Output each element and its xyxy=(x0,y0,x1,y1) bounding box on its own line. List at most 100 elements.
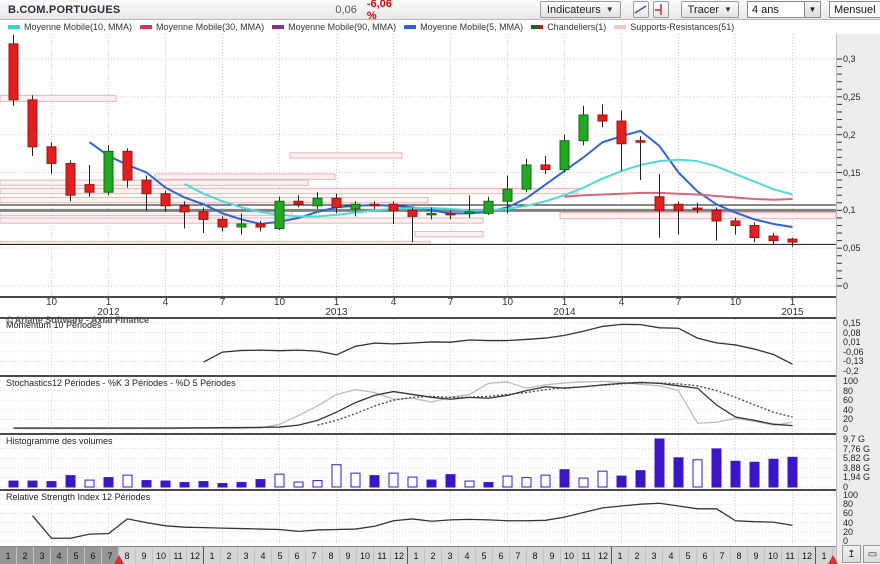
timeline-month-cell[interactable]: 11 xyxy=(578,547,595,564)
timeline-month-cell[interactable]: 1 xyxy=(408,547,425,564)
timeline-month-cell[interactable]: 9 xyxy=(544,547,561,564)
x-axis-label: 7 xyxy=(203,298,243,308)
timeline-month-cell[interactable]: 9 xyxy=(136,547,153,564)
timeline-month-cell[interactable]: 11 xyxy=(782,547,799,564)
y-axis-label: 7,76 G xyxy=(843,444,870,454)
timeline-month-cell[interactable]: 6 xyxy=(697,547,714,564)
timeline-collapse-button[interactable]: ▭ xyxy=(863,545,880,563)
timeline-month-cell[interactable]: 7 xyxy=(714,547,731,564)
legend-swatch xyxy=(404,25,416,29)
timeline-month-cell[interactable]: 8 xyxy=(323,547,340,564)
panel-title-stochastics: Stochastics12 Périodes - %K 3 Périodes -… xyxy=(6,378,236,388)
timeline-expand-button[interactable]: ↥ xyxy=(842,545,861,563)
legend-swatch xyxy=(8,25,20,29)
panel-separator xyxy=(0,433,836,435)
timeline-month-cell[interactable]: 9 xyxy=(340,547,357,564)
line-chart-mode-button[interactable] xyxy=(633,1,649,18)
timeline-month-cell[interactable]: 12 xyxy=(187,547,204,564)
y-axis-label: 0,05 xyxy=(843,243,861,253)
timeline-month-cell[interactable]: 3 xyxy=(238,547,255,564)
legend-label: Moyenne Mobile(5, MMA) xyxy=(420,22,523,32)
timeline-month-cell[interactable]: 5 xyxy=(680,547,697,564)
timeline-month-cell[interactable]: 7 xyxy=(306,547,323,564)
legend-item-4[interactable]: Chandeliers(1) xyxy=(531,22,606,32)
timeline-month-cell[interactable]: 10 xyxy=(561,547,578,564)
timeline-month-cell[interactable]: 8 xyxy=(527,547,544,564)
timeline-month-cell[interactable]: 1 xyxy=(612,547,629,564)
timeline-month-cell[interactable]: 5 xyxy=(476,547,493,564)
timeline-month-cell[interactable]: 10 xyxy=(153,547,170,564)
panel-title-volume: Histogramme des volumes xyxy=(6,436,113,446)
volume-panel[interactable]: Histogramme des volumes xyxy=(0,435,836,489)
period-select[interactable]: Mensuel ▼ xyxy=(829,1,880,18)
timeline-month-cell[interactable]: 6 xyxy=(85,547,102,564)
x-axis-line xyxy=(0,296,836,298)
last-price: 0,06 xyxy=(335,4,356,16)
legend-item-5[interactable]: Supports-Resistances(51) xyxy=(614,22,734,32)
legend-swatch xyxy=(140,25,152,29)
timeline-month-cell[interactable]: 8 xyxy=(731,547,748,564)
timeline-month-cell[interactable]: 3 xyxy=(442,547,459,564)
legend-item-1[interactable]: Moyenne Mobile(30, MMA) xyxy=(140,22,264,32)
timeline-month-cell[interactable]: 5 xyxy=(272,547,289,564)
timeline-month-cell[interactable]: 4 xyxy=(255,547,272,564)
timeline-month-cell[interactable]: 9 xyxy=(748,547,765,564)
candlestick-mode-button[interactable] xyxy=(653,1,669,18)
legend-item-2[interactable]: Moyenne Mobile(90, MMA) xyxy=(272,22,396,32)
volume-canvas[interactable] xyxy=(0,435,836,489)
price-change: -6,06 % xyxy=(367,0,392,22)
legend-label: Supports-Resistances(51) xyxy=(630,22,734,32)
timeline-month-cell[interactable]: 10 xyxy=(765,547,782,564)
timeline-month-cell[interactable]: 5 xyxy=(68,547,85,564)
stochastics-panel[interactable]: Stochastics12 Périodes - %K 3 Périodes -… xyxy=(0,377,836,433)
y-axis-label: 3,88 G xyxy=(843,463,870,473)
y-axis-label: 5,82 G xyxy=(843,453,870,463)
momentum-canvas[interactable] xyxy=(0,319,836,375)
legend-item-3[interactable]: Moyenne Mobile(5, MMA) xyxy=(404,22,523,32)
chevron-down-icon: ▼ xyxy=(606,5,614,14)
x-axis-label: 10 xyxy=(32,298,72,308)
timeline-month-cell[interactable]: 11 xyxy=(170,547,187,564)
x-axis-label: 12013 xyxy=(317,298,357,318)
main-chart-panel[interactable]: © Ariane Software - Axial Finance xyxy=(0,34,836,296)
x-axis-label: 12014 xyxy=(545,298,585,318)
tracer-button[interactable]: Tracer ▼ xyxy=(681,1,739,18)
y-axis-label: -0,13 xyxy=(843,356,864,366)
panel-separator xyxy=(0,375,836,377)
period-select-value: Mensuel xyxy=(830,4,880,16)
timeline-month-cell[interactable]: 4 xyxy=(51,547,68,564)
indicators-button[interactable]: Indicateurs ▼ xyxy=(540,1,621,18)
timeline-scrollbar[interactable]: 1234567891011121234567891011121234567891… xyxy=(0,546,836,564)
timeline-month-cell[interactable]: 1 xyxy=(204,547,221,564)
range-select[interactable]: 4 ans ▼ xyxy=(747,1,821,18)
timeline-month-cell[interactable]: 2 xyxy=(17,547,34,564)
y-axis-label: 9,7 G xyxy=(843,434,865,444)
timeline-month-cell[interactable]: 4 xyxy=(663,547,680,564)
rsi-panel[interactable]: Relative Strength Index 12 Périodes xyxy=(0,491,836,545)
chevron-down-icon[interactable]: ▼ xyxy=(804,2,820,17)
legend-item-0[interactable]: Moyenne Mobile(10, MMA) xyxy=(8,22,132,32)
timeline-month-cell[interactable]: 3 xyxy=(34,547,51,564)
timeline-month-cell[interactable]: 12 xyxy=(799,547,816,564)
timeline-month-cell[interactable]: 12 xyxy=(391,547,408,564)
timeline-buttons: ↥ ▭ xyxy=(840,545,880,563)
timeline-month-cell[interactable]: 10 xyxy=(357,547,374,564)
timeline-month-cell[interactable]: 6 xyxy=(289,547,306,564)
momentum-panel[interactable]: Momentum 10 Périodes xyxy=(0,319,836,375)
timeline-month-cell[interactable]: 3 xyxy=(646,547,663,564)
tracer-button-label: Tracer xyxy=(688,4,719,16)
timeline-month-cell[interactable]: 1 xyxy=(0,547,17,564)
y-axis-label: 0,01 xyxy=(843,337,861,347)
timeline-month-cell[interactable]: 2 xyxy=(221,547,238,564)
timeline-month-cell[interactable]: 11 xyxy=(374,547,391,564)
timeline-month-cell[interactable]: 2 xyxy=(629,547,646,564)
timeline-month-cell[interactable]: 4 xyxy=(459,547,476,564)
timeline-month-cell[interactable]: 12 xyxy=(595,547,612,564)
toolbar: B.COM.PORTUGUES 0,06 -6,06 % Indicateurs… xyxy=(0,0,880,20)
timeline-month-cell[interactable]: 2 xyxy=(425,547,442,564)
timeline-month-cell[interactable]: 7 xyxy=(510,547,527,564)
timeline-month-cell[interactable]: 6 xyxy=(493,547,510,564)
x-axis-label: 4 xyxy=(602,298,642,308)
panel-separator xyxy=(0,489,836,491)
main-chart-canvas[interactable] xyxy=(0,34,836,296)
